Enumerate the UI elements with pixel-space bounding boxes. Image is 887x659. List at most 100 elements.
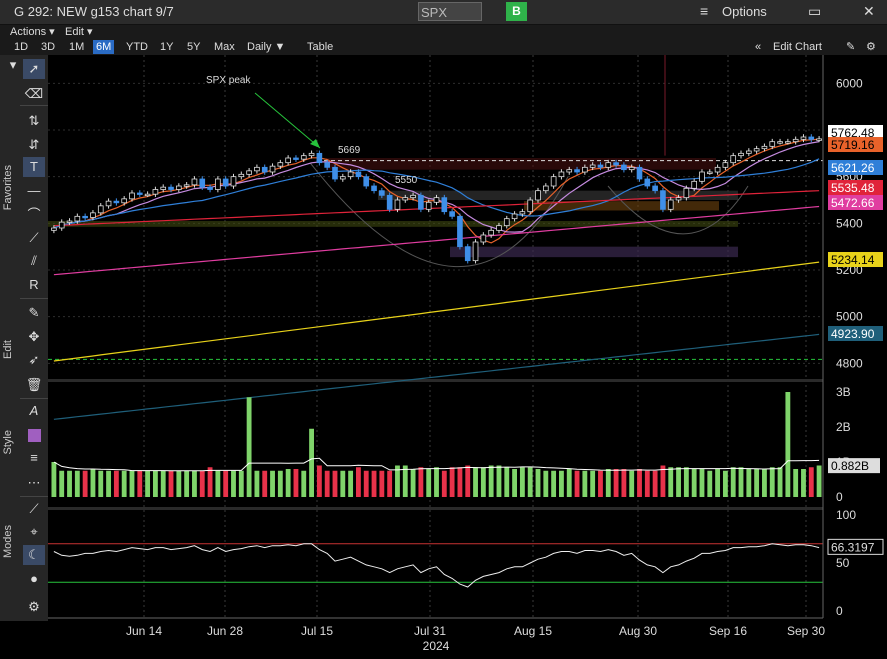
candle-body (129, 192, 135, 200)
candle-body (808, 136, 815, 140)
period-1d[interactable]: 1D (11, 40, 31, 54)
settings-icon[interactable]: ✎ (843, 40, 858, 54)
pen-icon[interactable]: ✎ (23, 303, 45, 323)
magnet-icon[interactable]: ☾ (23, 545, 45, 565)
trendline-icon[interactable]: ⟋ (23, 228, 45, 248)
close-icon[interactable]: ✕ (863, 3, 875, 20)
horizontal-line-icon[interactable]: — (23, 181, 45, 201)
palette-icon[interactable]: ● (23, 569, 45, 589)
volume-bar (644, 470, 650, 497)
x-tick-label: Jul 31 (414, 624, 446, 638)
period-3d[interactable]: 3D (38, 40, 58, 54)
settings-gear-icon[interactable]: ⚙ (23, 597, 45, 617)
edit-menu[interactable]: Edit ▾ (65, 25, 93, 38)
candle-body (753, 148, 760, 152)
candle-body (425, 201, 432, 210)
volume-bar (340, 470, 346, 497)
move-icon[interactable]: ✥ (23, 327, 45, 347)
crosshair-icon[interactable]: ⌖ (23, 522, 45, 542)
candle-body (121, 198, 127, 204)
candle-body (97, 205, 104, 214)
trash-icon[interactable]: 🗑 (23, 375, 45, 395)
rsi-tick-label: 100 (836, 508, 856, 522)
italic-icon[interactable]: A (23, 401, 45, 421)
line-weight-icon[interactable]: ≡ (23, 448, 45, 468)
period-6m[interactable]: 6M (93, 40, 115, 54)
volume-bar (543, 470, 549, 497)
volume-bar (246, 397, 252, 497)
volume-bar (621, 469, 627, 497)
level-5669-label[interactable]: 5669 (338, 145, 361, 156)
candle-body (215, 178, 221, 190)
pointer-icon[interactable]: ➚ (23, 59, 45, 79)
collapse-icon[interactable]: « (752, 40, 764, 54)
candle-body (90, 212, 96, 218)
volume-bar (152, 470, 158, 497)
volume-bar (519, 467, 525, 497)
x-tick-label: Aug 15 (514, 624, 552, 638)
volume-bar (192, 470, 197, 497)
edit-chart-button[interactable]: Edit Chart (770, 40, 825, 54)
security-field[interactable]: SPX Index (418, 2, 482, 39)
volume-bar (785, 392, 791, 497)
title-bar: G 292: NEW g153 chart 9/7 SPX Index B ≡ … (0, 0, 887, 39)
options-button[interactable]: Options (722, 4, 767, 19)
candle-body (480, 234, 487, 243)
volume-bar (51, 462, 57, 497)
volume-bar (426, 469, 432, 497)
retracement-icon[interactable]: R (23, 275, 45, 295)
candle-body (542, 185, 549, 192)
line-style-icon[interactable]: ⋯ (23, 473, 45, 493)
volume-bar (707, 470, 713, 497)
x-tick-label: Jul 15 (301, 624, 333, 638)
volume-bar (418, 467, 424, 497)
volume-bar (277, 470, 283, 497)
text-icon[interactable]: T (23, 157, 45, 177)
volume-bar (762, 469, 767, 497)
period-max[interactable]: Max (211, 40, 238, 54)
menu-icon[interactable]: ≡ (700, 3, 708, 19)
volume-bar (551, 470, 557, 497)
volume-bar (285, 469, 291, 497)
candle-body (394, 199, 401, 210)
channel-icon[interactable]: ⫽ (23, 251, 45, 271)
period-ytd[interactable]: YTD (123, 40, 151, 54)
chart-options-icon[interactable]: ⚙ (863, 40, 879, 54)
select-icon[interactable]: ➶ (23, 350, 45, 370)
candle-body (472, 241, 479, 262)
level-5550-label[interactable]: 5550 (395, 175, 418, 186)
actions-menu[interactable]: Actions ▾ (10, 25, 55, 38)
period-1m[interactable]: 1M (66, 40, 87, 54)
collapse-arrow-icon[interactable]: ▾ (2, 55, 24, 75)
chart-svg: 60005800560054005200500048003B2B1B010050… (48, 55, 887, 656)
minimize-icon[interactable]: ▭ (808, 3, 821, 20)
curve-icon[interactable]: ⌒ (23, 205, 45, 225)
candle-body (527, 199, 534, 213)
volume-bar (363, 470, 369, 497)
dollar-icon[interactable]: ⇵ (23, 135, 45, 155)
volume-bar (176, 470, 182, 497)
color-swatch-icon[interactable] (23, 425, 45, 445)
separator (20, 496, 48, 497)
spx-peak-label[interactable]: SPX peak (206, 75, 251, 86)
eraser-icon[interactable]: ⌫ (23, 84, 45, 104)
candle-body (675, 197, 682, 201)
volume-bar (184, 470, 190, 497)
volume-bar (629, 470, 635, 497)
candle-body (441, 197, 448, 213)
volume-bar (801, 469, 806, 497)
frequency-dropdown[interactable]: Daily ▼ (244, 40, 288, 54)
percent-icon[interactable]: ⇅ (23, 111, 45, 131)
ruler-icon[interactable]: ⟋ (23, 499, 45, 519)
period-5y[interactable]: 5Y (184, 40, 203, 54)
security-badge[interactable]: B (506, 2, 527, 21)
table-button[interactable]: Table (304, 40, 336, 54)
candle-body (379, 190, 385, 196)
period-1y[interactable]: 1Y (157, 40, 176, 54)
candle-body (261, 166, 268, 173)
volume-bar (754, 469, 760, 497)
favorites-label: Favorites (2, 165, 14, 211)
x-tick-label: Jun 14 (126, 624, 162, 638)
separator (20, 105, 48, 106)
candle-body (722, 162, 729, 168)
